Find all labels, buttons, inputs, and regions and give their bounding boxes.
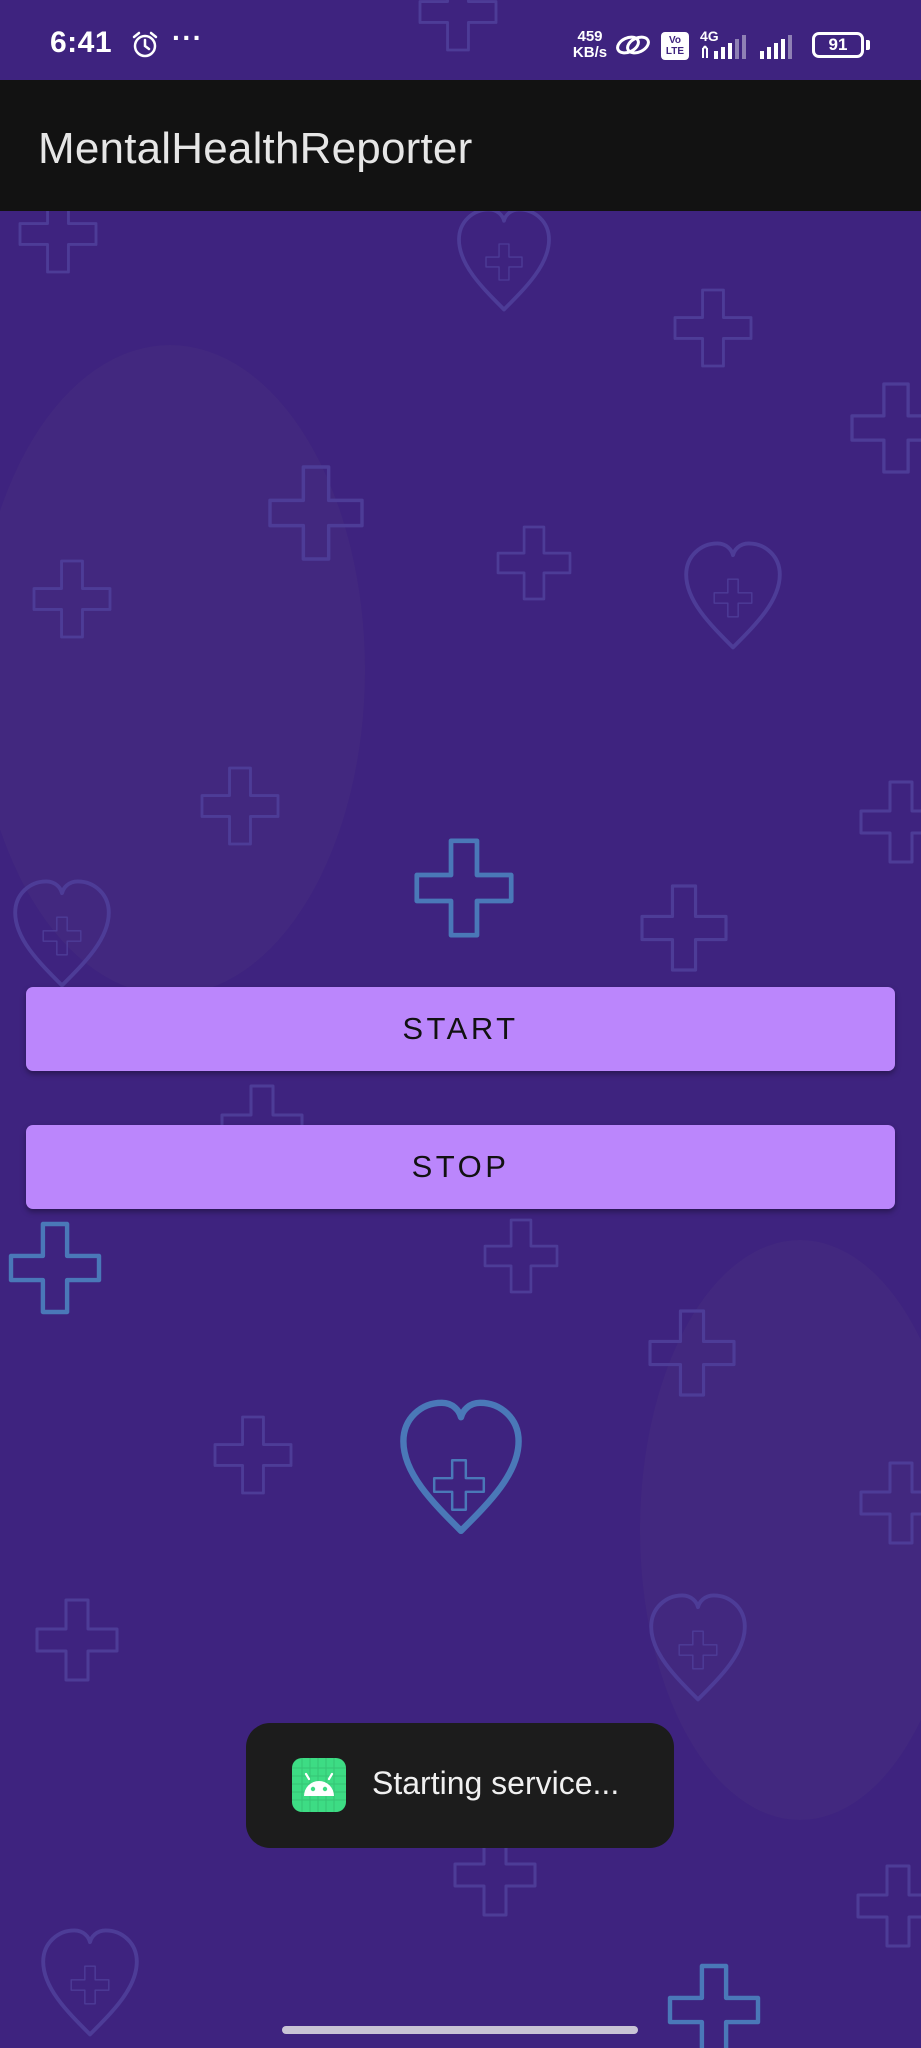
- status-time: 6:41: [50, 26, 113, 59]
- heart-outline-icon: [684, 541, 782, 650]
- cross-outline-icon: [35, 1598, 119, 1682]
- network-speed-value: 459: [577, 28, 603, 45]
- signal-icon: [760, 35, 792, 59]
- network-speed: 459 KB/s: [572, 29, 608, 61]
- cross-outline-icon: [640, 884, 728, 972]
- cross-outline-icon: [856, 1864, 921, 1948]
- cross-outline-icon: [432, 1458, 486, 1512]
- app-title: MentalHealthReporter: [38, 124, 473, 173]
- status-bar: 6:41 ··· 459 KB/s Vo LTE 4G 91: [0, 0, 921, 80]
- home-indicator[interactable]: [282, 2026, 638, 2034]
- heart-outline-icon: [457, 207, 551, 312]
- signal-icon: [702, 35, 746, 59]
- cross-outline-icon: [713, 578, 753, 618]
- volte-label-bottom: LTE: [665, 46, 685, 57]
- battery-level: 91: [828, 35, 848, 54]
- toast-message: Starting service...: [246, 1723, 674, 1848]
- android-robot-icon: [292, 1758, 346, 1812]
- battery-icon: 91: [812, 32, 864, 58]
- network-speed-unit: KB/s: [572, 44, 608, 61]
- cross-outline-icon: [417, 841, 511, 935]
- android-icon: [292, 1758, 346, 1812]
- cross-outline-icon: [496, 525, 572, 601]
- alarm-icon: [132, 31, 158, 58]
- heart-outline-icon: [41, 1928, 139, 2037]
- stop-button[interactable]: STOP: [26, 1125, 895, 1209]
- background-blob: [0, 345, 365, 995]
- cross-outline-icon: [485, 243, 523, 281]
- cross-outline-icon: [213, 1415, 293, 1495]
- cross-outline-icon: [70, 1965, 110, 2005]
- battery-terminal: [866, 40, 870, 50]
- cross-outline-icon: [859, 780, 921, 864]
- cross-outline-icon: [670, 1966, 758, 2048]
- cross-outline-icon: [11, 1224, 99, 1312]
- more-notifications-indicator: ···: [172, 22, 203, 53]
- start-button[interactable]: START: [26, 987, 895, 1071]
- cross-outline-icon: [850, 382, 921, 474]
- volte-label-top: Vo: [668, 35, 682, 46]
- cross-outline-icon: [483, 1218, 559, 1294]
- background-blob: [640, 1240, 921, 1820]
- volte-icon: Vo LTE: [661, 32, 689, 60]
- link-icon: [616, 35, 650, 55]
- heart-outline-icon: [403, 1403, 518, 1531]
- toast-text: Starting service...: [372, 1765, 620, 1801]
- app-bar: MentalHealthReporter: [0, 80, 921, 211]
- cross-outline-icon: [673, 288, 753, 368]
